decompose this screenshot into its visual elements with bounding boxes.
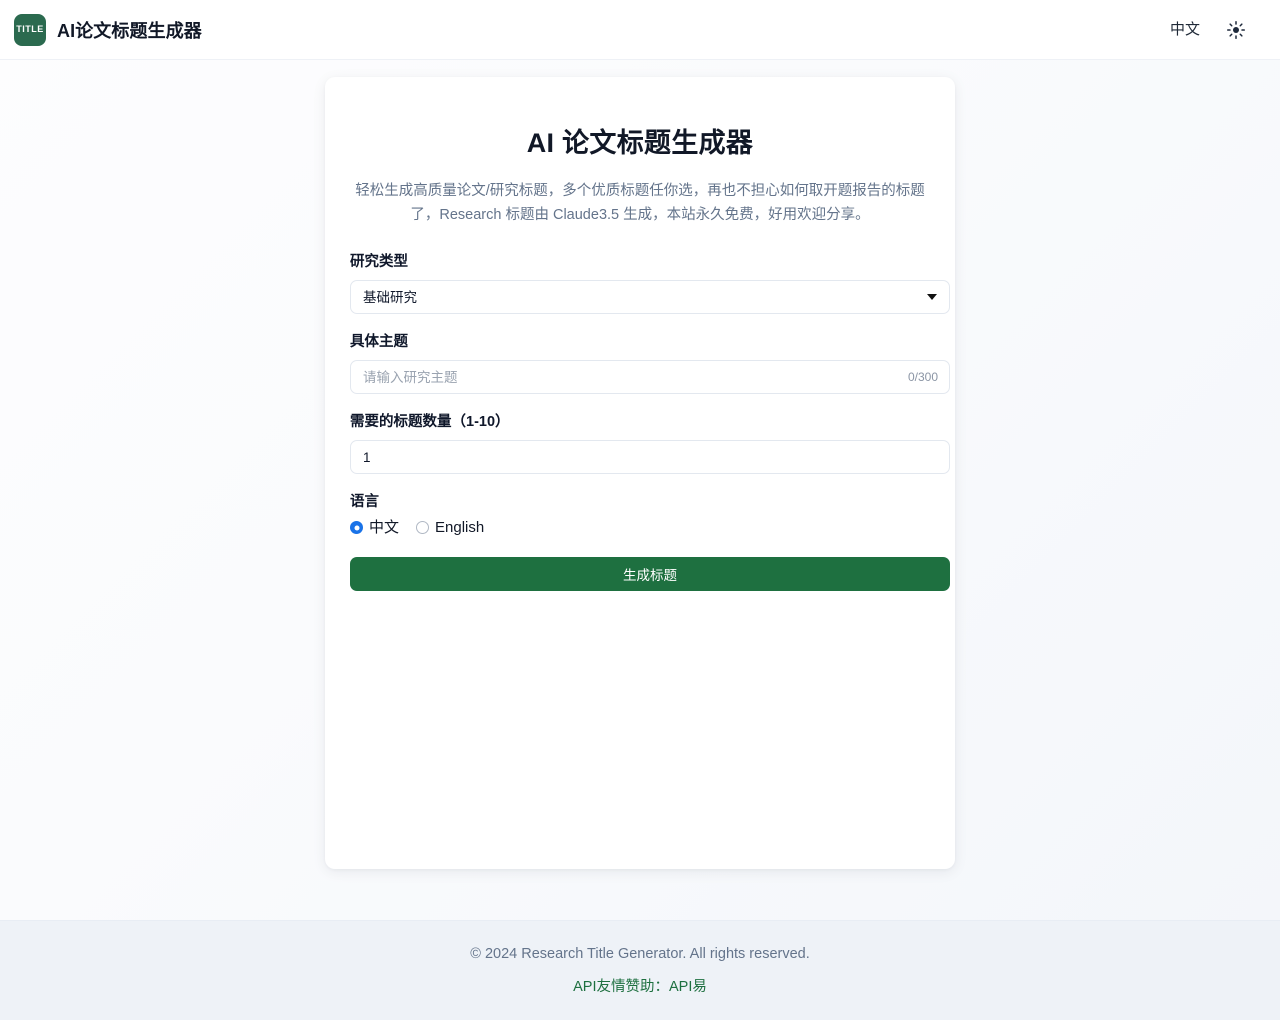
research-type-control: 基础研究 xyxy=(350,280,950,314)
field-research-type: 研究类型 基础研究 xyxy=(350,250,950,314)
app-header: TITLE AI论文标题生成器 中文 xyxy=(0,0,1280,60)
generator-form: 研究类型 基础研究 具体主题 0/300 需要的标题数量（1-10） xyxy=(340,250,950,591)
field-title-count: 需要的标题数量（1-10） xyxy=(350,410,950,474)
title-count-label: 需要的标题数量（1-10） xyxy=(350,414,510,430)
research-type-label: 研究类型 xyxy=(350,254,408,270)
generate-titles-button[interactable]: 生成标题 xyxy=(350,557,950,591)
field-topic: 具体主题 0/300 xyxy=(350,330,950,394)
radio-chinese-label: 中文 xyxy=(369,519,400,536)
language-radio-group: 中文 English xyxy=(350,520,930,535)
title-count-control xyxy=(350,440,950,474)
topic-input[interactable] xyxy=(350,360,950,394)
footer-copyright: © 2024 Research Title Generator. All rig… xyxy=(470,945,810,962)
footer-sponsor-link[interactable]: API友情赞助：API易 xyxy=(573,975,707,996)
brand-title: AI论文标题生成器 xyxy=(57,20,202,41)
language-option-english[interactable]: English xyxy=(416,520,484,535)
title-count-input[interactable] xyxy=(350,440,950,474)
language-option-chinese[interactable]: 中文 xyxy=(350,520,399,535)
app-footer: © 2024 Research Title Generator. All rig… xyxy=(0,920,1280,1020)
radio-chinese-indicator[interactable] xyxy=(350,521,363,534)
header-actions: 中文 xyxy=(1170,20,1264,40)
generator-card: AI 论文标题生成器 轻松生成高质量论文/研究标题，多个优质标题任你选，再也不担… xyxy=(325,77,955,869)
radio-english-indicator[interactable] xyxy=(416,521,430,534)
sun-icon[interactable] xyxy=(1226,20,1246,40)
logo-text: TITLE xyxy=(16,24,44,34)
brand[interactable]: TITLE AI论文标题生成器 xyxy=(14,13,202,46)
app-logo: TITLE xyxy=(14,13,46,46)
language-label: 语言 xyxy=(350,494,379,510)
main-content: AI 论文标题生成器 轻松生成高质量论文/研究标题，多个优质标题任你选，再也不担… xyxy=(0,60,1280,869)
page-description: 轻松生成高质量论文/研究标题，多个优质标题任你选，再也不担心如何取开题报告的标题… xyxy=(355,183,925,223)
topic-label: 具体主题 xyxy=(350,334,408,350)
radio-english-label: English xyxy=(435,519,485,536)
language-switch-button[interactable]: 中文 xyxy=(1170,22,1200,37)
field-language: 语言 中文 English xyxy=(350,490,930,535)
research-type-select[interactable]: 基础研究 xyxy=(350,280,950,314)
topic-control: 0/300 xyxy=(350,360,950,394)
page-title: AI 论文标题生成器 xyxy=(526,128,754,158)
